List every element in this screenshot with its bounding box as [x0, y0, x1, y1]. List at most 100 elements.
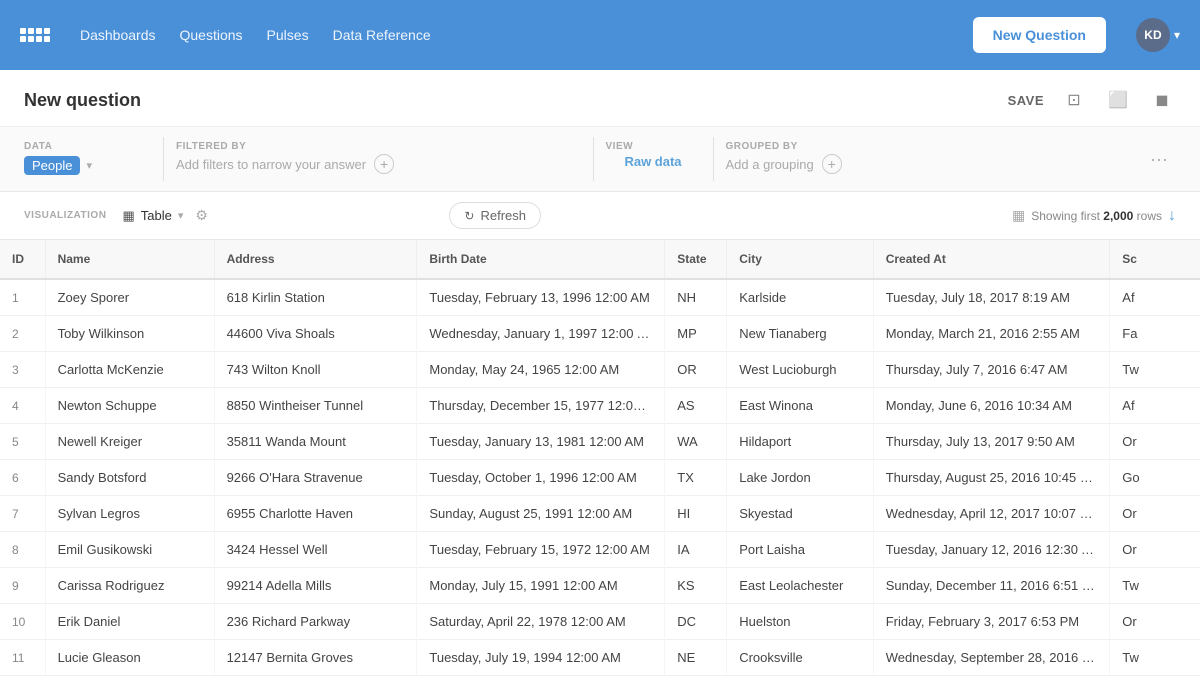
cell-state: NE: [665, 640, 727, 676]
cell-birthdate: Sunday, August 25, 1991 12:00 AM: [417, 496, 665, 532]
col-header-state[interactable]: State: [665, 240, 727, 279]
cell-id: 4: [0, 388, 45, 424]
table-row: 10 Erik Daniel 236 Richard Parkway Satur…: [0, 604, 1200, 640]
cell-createdat: Tuesday, January 12, 2016 12:30 AM: [873, 532, 1110, 568]
user-dropdown-arrow[interactable]: ▾: [1174, 28, 1180, 42]
table-row: 4 Newton Schuppe 8850 Wintheiser Tunnel …: [0, 388, 1200, 424]
data-value[interactable]: People ▾: [24, 154, 151, 177]
col-header-createdat[interactable]: Created At: [873, 240, 1110, 279]
cell-city: Skyestad: [727, 496, 873, 532]
cell-sc: Fa: [1110, 316, 1200, 352]
nav-questions[interactable]: Questions: [180, 27, 243, 43]
cell-id: 5: [0, 424, 45, 460]
cell-id: 10: [0, 604, 45, 640]
download-button[interactable]: ↓: [1168, 207, 1176, 225]
header-actions: SAVE ⊡ ⬜ ◼: [1008, 86, 1176, 114]
expand-icon[interactable]: ⊡: [1060, 86, 1088, 114]
table-row: 6 Sandy Botsford 9266 O'Hara Stravenue T…: [0, 460, 1200, 496]
cell-sc: Af: [1110, 388, 1200, 424]
refresh-icon: ↻: [464, 209, 474, 223]
col-header-sc[interactable]: Sc: [1110, 240, 1200, 279]
cell-name: Zoey Sporer: [45, 279, 214, 316]
cell-address: 3424 Hessel Well: [214, 532, 417, 568]
add-group-button[interactable]: +: [822, 154, 842, 174]
cell-address: 44600 Viva Shoals: [214, 316, 417, 352]
table-row: 11 Lucie Gleason 12147 Bernita Groves Tu…: [0, 640, 1200, 676]
save-button[interactable]: SAVE: [1008, 93, 1044, 108]
cell-address: 35811 Wanda Mount: [214, 424, 417, 460]
data-label: DATA: [24, 141, 151, 152]
cell-address: 6955 Charlotte Haven: [214, 496, 417, 532]
bookmark-icon[interactable]: ◼: [1148, 86, 1176, 114]
data-table-container: ID Name Address Birth Date State City Cr…: [0, 240, 1200, 676]
picture-icon[interactable]: ⬜: [1104, 86, 1132, 114]
cell-birthdate: Monday, May 24, 1965 12:00 AM: [417, 352, 665, 388]
nav-dashboards[interactable]: Dashboards: [80, 27, 156, 43]
cell-createdat: Sunday, December 11, 2016 6:51 PM: [873, 568, 1110, 604]
table-row: 7 Sylvan Legros 6955 Charlotte Haven Sun…: [0, 496, 1200, 532]
cell-id: 11: [0, 640, 45, 676]
query-bar: DATA People ▾ FILTERED BY Add filters to…: [0, 127, 1200, 192]
cell-birthdate: Tuesday, February 15, 1972 12:00 AM: [417, 532, 665, 568]
page-title: New question: [24, 90, 141, 111]
col-header-address[interactable]: Address: [214, 240, 417, 279]
cell-state: WA: [665, 424, 727, 460]
cell-createdat: Thursday, July 13, 2017 9:50 AM: [873, 424, 1110, 460]
cell-address: 12147 Bernita Groves: [214, 640, 417, 676]
cell-name: Emil Gusikowski: [45, 532, 214, 568]
cell-createdat: Tuesday, July 18, 2017 8:19 AM: [873, 279, 1110, 316]
top-navigation: Dashboards Questions Pulses Data Referen…: [0, 0, 1200, 70]
cell-city: Port Laisha: [727, 532, 873, 568]
add-filter-button[interactable]: +: [374, 154, 394, 174]
cell-name: Carissa Rodriguez: [45, 568, 214, 604]
more-options-button[interactable]: ···: [1142, 137, 1176, 181]
cell-createdat: Thursday, July 7, 2016 6:47 AM: [873, 352, 1110, 388]
nav-data-reference[interactable]: Data Reference: [333, 27, 431, 43]
cell-birthdate: Thursday, December 15, 1977 12:00 AM: [417, 388, 665, 424]
group-section: GROUPED BY Add a grouping +: [714, 137, 1143, 181]
people-badge[interactable]: People: [24, 156, 80, 175]
cell-birthdate: Tuesday, October 1, 1996 12:00 AM: [417, 460, 665, 496]
user-avatar[interactable]: KD: [1136, 18, 1170, 52]
cell-id: 7: [0, 496, 45, 532]
cell-sc: Tw: [1110, 352, 1200, 388]
cell-id: 9: [0, 568, 45, 604]
cell-createdat: Wednesday, September 28, 2016 1:3...: [873, 640, 1110, 676]
visualization-label: VISUALIZATION: [24, 210, 106, 221]
new-question-button[interactable]: New Question: [973, 17, 1106, 53]
cell-state: KS: [665, 568, 727, 604]
cell-address: 743 Wilton Knoll: [214, 352, 417, 388]
cell-createdat: Wednesday, April 12, 2017 10:07 PM: [873, 496, 1110, 532]
col-header-city[interactable]: City: [727, 240, 873, 279]
cell-city: Lake Jordon: [727, 460, 873, 496]
logo[interactable]: [20, 28, 50, 42]
rows-info-text: Showing first 2,000 rows: [1031, 209, 1162, 223]
col-header-name[interactable]: Name: [45, 240, 214, 279]
cell-name: Lucie Gleason: [45, 640, 214, 676]
cell-birthdate: Tuesday, January 13, 1981 12:00 AM: [417, 424, 665, 460]
cell-sc: Go: [1110, 460, 1200, 496]
table-row: 8 Emil Gusikowski 3424 Hessel Well Tuesd…: [0, 532, 1200, 568]
logo-dots: [20, 28, 50, 42]
cell-state: MP: [665, 316, 727, 352]
cell-id: 3: [0, 352, 45, 388]
col-header-id[interactable]: ID: [0, 240, 45, 279]
refresh-button[interactable]: ↻ Refresh: [449, 202, 541, 229]
cell-sc: Or: [1110, 604, 1200, 640]
nav-pulses[interactable]: Pulses: [267, 27, 309, 43]
cell-address: 8850 Wintheiser Tunnel: [214, 388, 417, 424]
table-viz-arrow: ▾: [178, 209, 184, 222]
raw-data-button[interactable]: Raw data: [606, 154, 701, 169]
settings-icon[interactable]: ⚙: [195, 207, 208, 224]
table-viz-button[interactable]: ▦ Table ▾: [122, 208, 183, 224]
cell-state: NH: [665, 279, 727, 316]
cell-birthdate: Tuesday, July 19, 1994 12:00 AM: [417, 640, 665, 676]
rows-info: ▦ Showing first 2,000 rows ↓: [1012, 207, 1176, 225]
view-section: VIEW Raw data: [594, 137, 714, 181]
col-header-birthdate[interactable]: Birth Date: [417, 240, 665, 279]
cell-birthdate: Saturday, April 22, 1978 12:00 AM: [417, 604, 665, 640]
cell-name: Erik Daniel: [45, 604, 214, 640]
table-grid-icon: ▦: [122, 208, 134, 224]
cell-city: Crooksville: [727, 640, 873, 676]
cell-sc: Af: [1110, 279, 1200, 316]
